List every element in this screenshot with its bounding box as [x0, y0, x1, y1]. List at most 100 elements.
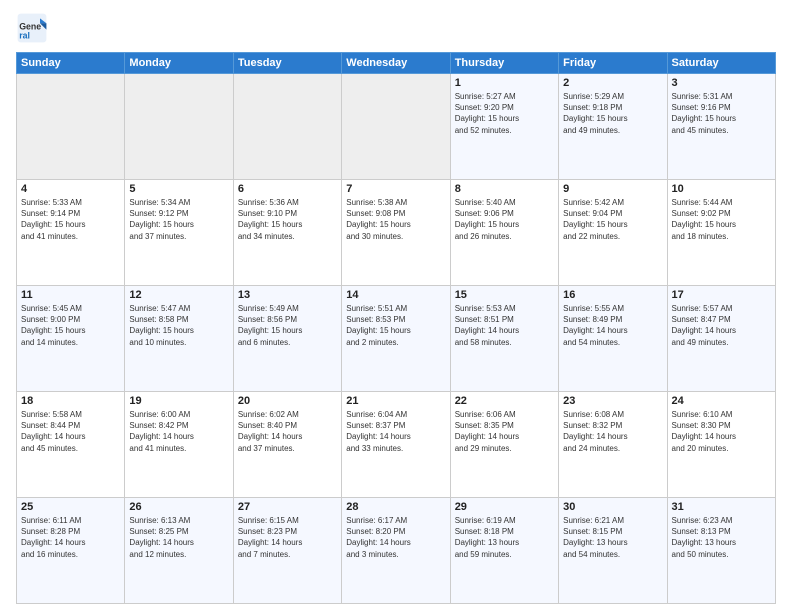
calendar-cell: 16 Sunrise: 5:55 AM Sunset: 8:49 PM Dayli…	[559, 286, 667, 392]
calendar-cell: 6 Sunrise: 5:36 AM Sunset: 9:10 PM Daylig…	[233, 180, 341, 286]
day-info: Sunrise: 5:55 AM Sunset: 8:49 PM Dayligh…	[563, 303, 662, 348]
day-info: Sunrise: 5:51 AM Sunset: 8:53 PM Dayligh…	[346, 303, 445, 348]
logo: Gene ral	[16, 12, 52, 44]
day-number: 16	[563, 289, 662, 301]
calendar-cell: 24 Sunrise: 6:10 AM Sunset: 8:30 PM Dayli…	[667, 392, 775, 498]
calendar-table: SundayMondayTuesdayWednesdayThursdayFrid…	[16, 52, 776, 604]
day-info: Sunrise: 5:40 AM Sunset: 9:06 PM Dayligh…	[455, 197, 554, 242]
calendar-cell: 12 Sunrise: 5:47 AM Sunset: 8:58 PM Dayli…	[125, 286, 233, 392]
day-info: Sunrise: 5:47 AM Sunset: 8:58 PM Dayligh…	[129, 303, 228, 348]
day-info: Sunrise: 5:57 AM Sunset: 8:47 PM Dayligh…	[672, 303, 771, 348]
calendar-cell: 9 Sunrise: 5:42 AM Sunset: 9:04 PM Daylig…	[559, 180, 667, 286]
weekday-header-monday: Monday	[125, 53, 233, 74]
calendar-cell: 13 Sunrise: 5:49 AM Sunset: 8:56 PM Dayli…	[233, 286, 341, 392]
calendar-cell: 15Sunrise: 5:53 AM Sunset: 8:51 PM Dayli…	[450, 286, 558, 392]
day-info: Sunrise: 5:42 AM Sunset: 9:04 PM Dayligh…	[563, 197, 662, 242]
weekday-header-wednesday: Wednesday	[342, 53, 450, 74]
day-number: 20	[238, 395, 337, 407]
day-info: Sunrise: 6:08 AM Sunset: 8:32 PM Dayligh…	[563, 409, 662, 454]
calendar-cell: 25 Sunrise: 6:11 AM Sunset: 8:28 PM Dayli…	[17, 498, 125, 604]
calendar-cell: 7Sunrise: 5:38 AM Sunset: 9:08 PM Daylig…	[342, 180, 450, 286]
calendar-cell: 27Sunrise: 6:15 AM Sunset: 8:23 PM Dayli…	[233, 498, 341, 604]
calendar-cell: 2 Sunrise: 5:29 AM Sunset: 9:18 PM Daylig…	[559, 74, 667, 180]
day-info: Sunrise: 5:27 AM Sunset: 9:20 PM Dayligh…	[455, 91, 554, 136]
day-number: 6	[238, 183, 337, 195]
calendar-week-row: 11 Sunrise: 5:45 AM Sunset: 9:00 PM Dayli…	[17, 286, 776, 392]
day-number: 21	[346, 395, 445, 407]
header: Gene ral	[16, 12, 776, 44]
weekday-header-thursday: Thursday	[450, 53, 558, 74]
day-info: Sunrise: 6:23 AM Sunset: 8:13 PM Dayligh…	[672, 515, 771, 560]
calendar-cell	[233, 74, 341, 180]
calendar-cell: 11 Sunrise: 5:45 AM Sunset: 9:00 PM Dayli…	[17, 286, 125, 392]
calendar-cell: 3Sunrise: 5:31 AM Sunset: 9:16 PM Daylig…	[667, 74, 775, 180]
day-info: Sunrise: 5:36 AM Sunset: 9:10 PM Dayligh…	[238, 197, 337, 242]
day-number: 28	[346, 501, 445, 513]
day-number: 30	[563, 501, 662, 513]
calendar-cell	[342, 74, 450, 180]
calendar-cell: 28Sunrise: 6:17 AM Sunset: 8:20 PM Dayli…	[342, 498, 450, 604]
day-number: 12	[129, 289, 228, 301]
day-number: 3	[672, 77, 771, 89]
day-number: 29	[455, 501, 554, 513]
calendar-cell: 30 Sunrise: 6:21 AM Sunset: 8:15 PM Dayli…	[559, 498, 667, 604]
day-number: 8	[455, 183, 554, 195]
calendar-week-row: 25 Sunrise: 6:11 AM Sunset: 8:28 PM Dayli…	[17, 498, 776, 604]
day-number: 15	[455, 289, 554, 301]
day-number: 26	[129, 501, 228, 513]
day-number: 17	[672, 289, 771, 301]
weekday-row: SundayMondayTuesdayWednesdayThursdayFrid…	[17, 53, 776, 74]
day-info: Sunrise: 5:58 AM Sunset: 8:44 PM Dayligh…	[21, 409, 120, 454]
day-info: Sunrise: 5:29 AM Sunset: 9:18 PM Dayligh…	[563, 91, 662, 136]
calendar-cell: 4 Sunrise: 5:33 AM Sunset: 9:14 PM Daylig…	[17, 180, 125, 286]
day-info: Sunrise: 6:00 AM Sunset: 8:42 PM Dayligh…	[129, 409, 228, 454]
day-info: Sunrise: 6:11 AM Sunset: 8:28 PM Dayligh…	[21, 515, 120, 560]
day-number: 19	[129, 395, 228, 407]
calendar-week-row: 4 Sunrise: 5:33 AM Sunset: 9:14 PM Daylig…	[17, 180, 776, 286]
day-info: Sunrise: 6:10 AM Sunset: 8:30 PM Dayligh…	[672, 409, 771, 454]
calendar-cell: 8 Sunrise: 5:40 AM Sunset: 9:06 PM Daylig…	[450, 180, 558, 286]
day-number: 11	[21, 289, 120, 301]
calendar-cell: 19 Sunrise: 6:00 AM Sunset: 8:42 PM Dayli…	[125, 392, 233, 498]
day-info: Sunrise: 6:19 AM Sunset: 8:18 PM Dayligh…	[455, 515, 554, 560]
calendar-cell: 22Sunrise: 6:06 AM Sunset: 8:35 PM Dayli…	[450, 392, 558, 498]
calendar-cell: 18Sunrise: 5:58 AM Sunset: 8:44 PM Dayli…	[17, 392, 125, 498]
svg-text:ral: ral	[19, 30, 30, 40]
day-info: Sunrise: 6:21 AM Sunset: 8:15 PM Dayligh…	[563, 515, 662, 560]
calendar-cell: 17 Sunrise: 5:57 AM Sunset: 8:47 PM Dayli…	[667, 286, 775, 392]
day-info: Sunrise: 5:33 AM Sunset: 9:14 PM Dayligh…	[21, 197, 120, 242]
calendar-cell: 1Sunrise: 5:27 AM Sunset: 9:20 PM Daylig…	[450, 74, 558, 180]
calendar-cell: 20 Sunrise: 6:02 AM Sunset: 8:40 PM Dayli…	[233, 392, 341, 498]
page: Gene ral SundayMondayTuesdayWednesdayThu…	[0, 0, 792, 612]
calendar-cell: 5 Sunrise: 5:34 AM Sunset: 9:12 PM Daylig…	[125, 180, 233, 286]
calendar-cell: 23 Sunrise: 6:08 AM Sunset: 8:32 PM Dayli…	[559, 392, 667, 498]
calendar-cell: 21 Sunrise: 6:04 AM Sunset: 8:37 PM Dayli…	[342, 392, 450, 498]
day-number: 14	[346, 289, 445, 301]
day-number: 24	[672, 395, 771, 407]
day-number: 27	[238, 501, 337, 513]
weekday-header-friday: Friday	[559, 53, 667, 74]
calendar-cell: 29 Sunrise: 6:19 AM Sunset: 8:18 PM Dayli…	[450, 498, 558, 604]
calendar-cell: 31Sunrise: 6:23 AM Sunset: 8:13 PM Dayli…	[667, 498, 775, 604]
calendar-header: SundayMondayTuesdayWednesdayThursdayFrid…	[17, 53, 776, 74]
calendar-cell: 10Sunrise: 5:44 AM Sunset: 9:02 PM Dayli…	[667, 180, 775, 286]
day-info: Sunrise: 5:34 AM Sunset: 9:12 PM Dayligh…	[129, 197, 228, 242]
day-number: 9	[563, 183, 662, 195]
day-number: 5	[129, 183, 228, 195]
day-number: 4	[21, 183, 120, 195]
day-number: 25	[21, 501, 120, 513]
calendar-cell	[17, 74, 125, 180]
day-number: 2	[563, 77, 662, 89]
day-number: 13	[238, 289, 337, 301]
calendar-week-row: 18Sunrise: 5:58 AM Sunset: 8:44 PM Dayli…	[17, 392, 776, 498]
day-number: 23	[563, 395, 662, 407]
day-info: Sunrise: 5:49 AM Sunset: 8:56 PM Dayligh…	[238, 303, 337, 348]
day-number: 7	[346, 183, 445, 195]
weekday-header-tuesday: Tuesday	[233, 53, 341, 74]
day-info: Sunrise: 6:02 AM Sunset: 8:40 PM Dayligh…	[238, 409, 337, 454]
day-info: Sunrise: 5:45 AM Sunset: 9:00 PM Dayligh…	[21, 303, 120, 348]
day-info: Sunrise: 6:04 AM Sunset: 8:37 PM Dayligh…	[346, 409, 445, 454]
calendar-cell	[125, 74, 233, 180]
calendar-cell: 14 Sunrise: 5:51 AM Sunset: 8:53 PM Dayli…	[342, 286, 450, 392]
day-info: Sunrise: 6:13 AM Sunset: 8:25 PM Dayligh…	[129, 515, 228, 560]
